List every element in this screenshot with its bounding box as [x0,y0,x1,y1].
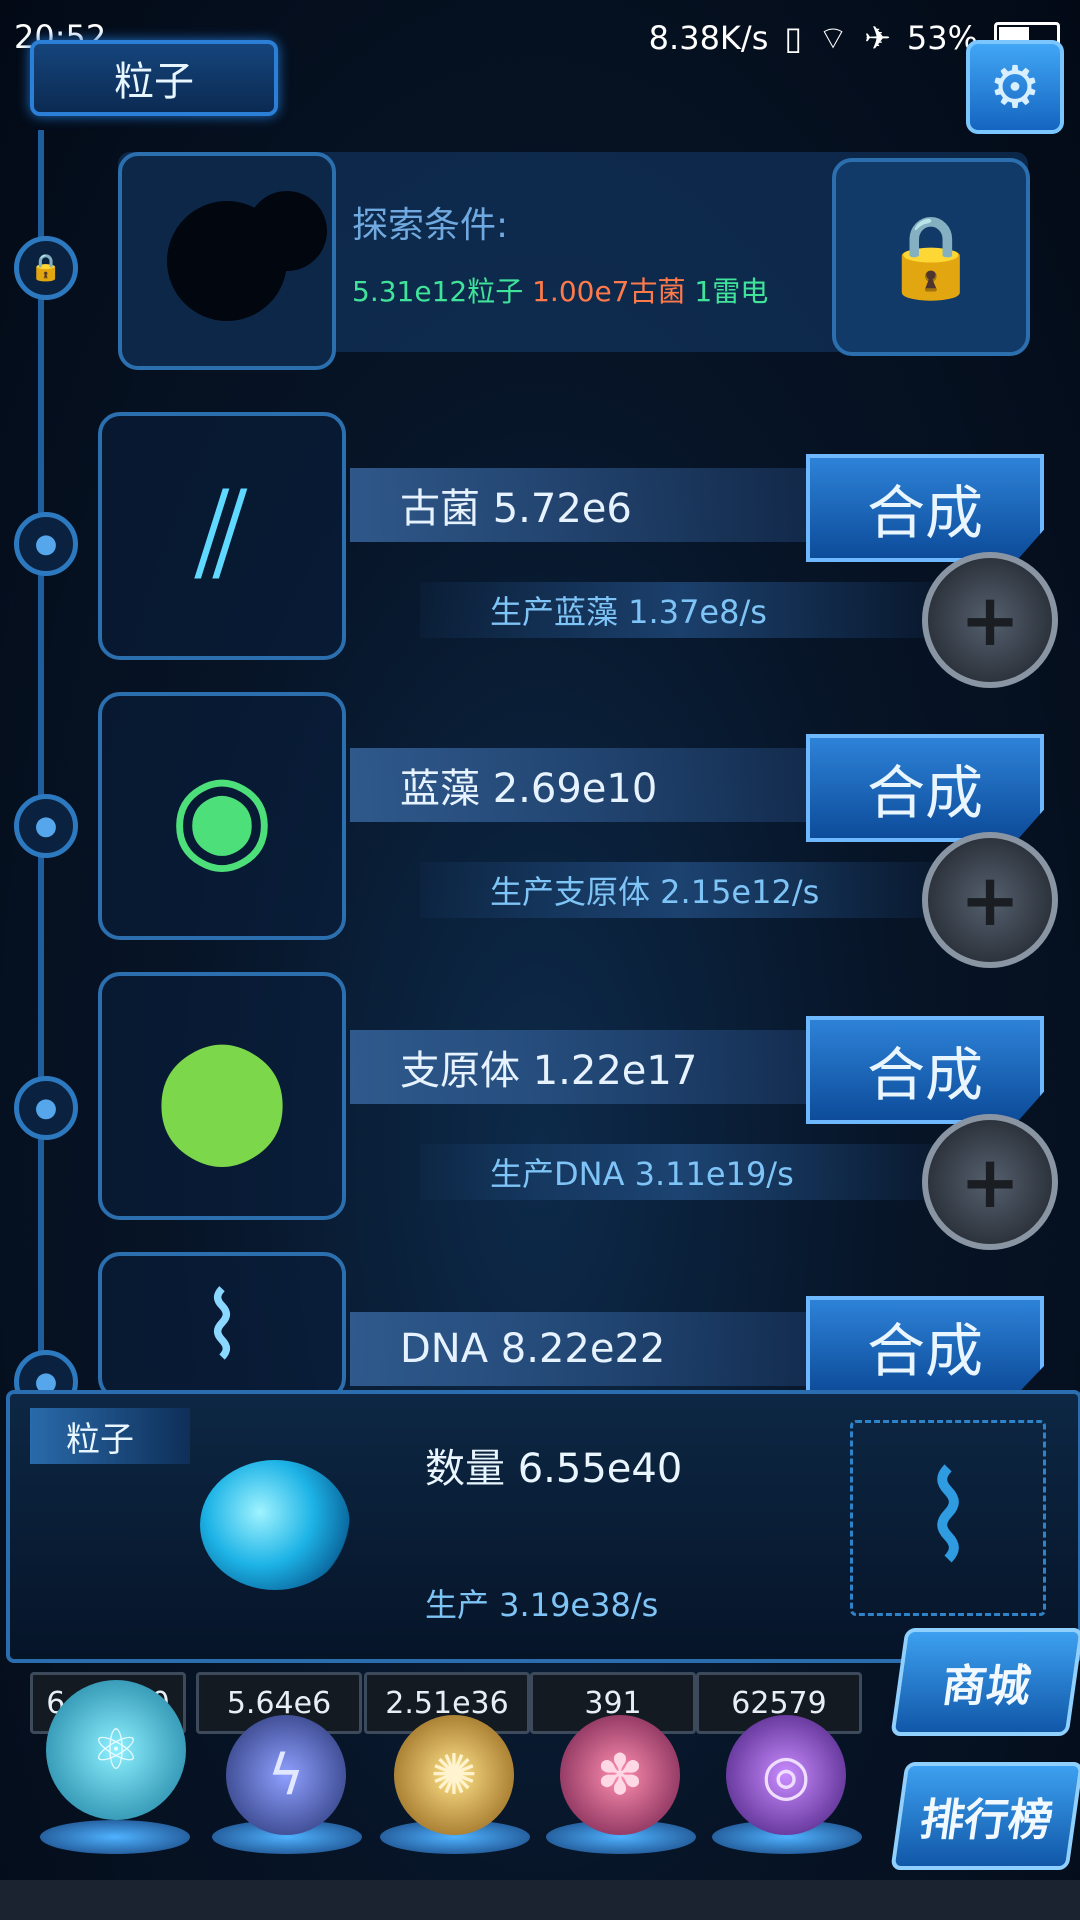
particle-production: 生产 3.19e38/s [425,1586,659,1624]
star-orb-button[interactable]: ✺ [394,1715,514,1835]
synth-button-cyanobacteria[interactable]: 合成 [806,734,1044,842]
settings-button[interactable]: ⚙ [966,40,1064,134]
rail-node-3: ● [14,1076,78,1140]
cond-archaea: 1.00e7古菌 [532,275,686,308]
vortex-orb-button[interactable]: ◎ [726,1715,846,1835]
upgrade-button-mycoplasma[interactable]: + [922,1114,1058,1250]
cyanobacteria-production: 生产支原体 2.15e12/s [420,862,940,918]
rail-node-2: ● [14,794,78,858]
rail-lock-node: 🔒 [14,236,78,300]
bottom-strip [0,1880,1080,1920]
synth-button-mycoplasma[interactable]: 合成 [806,1016,1044,1124]
mycoplasma-image: ⬤ [98,972,346,1220]
lightning-icon: ϟ [267,1742,305,1808]
mycoplasma-production: 生产DNA 3.11e19/s [420,1144,940,1200]
vibrate-icon: ▯ [784,19,802,57]
brain-orb-button[interactable]: ✽ [560,1715,680,1835]
particle-count: 数量 6.55e40 [425,1446,683,1492]
plus-icon: + [959,578,1021,662]
synth-button-dna[interactable]: 合成 [806,1296,1044,1396]
leaderboard-button[interactable]: 排行榜 [890,1762,1080,1870]
brain-icon: ✽ [596,1742,644,1808]
explore-conditions: 5.31e12粒子 1.00e7古菌 1雷电 [352,270,768,310]
galaxy-icon: ✺ [430,1742,478,1808]
archaea-name: 古菌 5.72e6 [350,468,810,542]
upgrade-button-archaea[interactable]: + [922,552,1058,688]
gear-icon: ⚙ [989,53,1041,121]
explore-lock-button[interactable]: 🔒 [832,158,1030,356]
upgrade-button-cyanobacteria[interactable]: + [922,832,1058,968]
lightning-orb-button[interactable]: ϟ [226,1715,346,1835]
unknown-silhouette [167,201,287,321]
plus-icon: + [959,858,1021,942]
lock-icon: 🔒 [881,210,981,303]
lock-icon: 🔒 [29,253,63,283]
progress-rail [38,130,44,1410]
dna-icon: ⌇ [200,1273,244,1379]
cyanobacteria-name: 蓝藻 2.69e10 [350,748,810,822]
airplane-icon: ✈ [864,19,891,57]
cond-particle: 5.31e12粒子 [352,275,524,308]
particle-orb-button[interactable]: ⚛ [46,1680,186,1820]
dna-molecule-icon: ⌇ [850,1420,1046,1616]
plus-icon: + [959,1140,1021,1224]
cell-icon: ◉ [169,746,275,886]
shop-button[interactable]: 商城 [890,1628,1080,1736]
rail-node-1: ● [14,512,78,576]
cond-lightning: 1雷电 [694,275,769,308]
atom-icon: ⚛ [90,1717,142,1783]
explore-locked-image [118,152,336,370]
bacteria-icon: ⫽ [195,466,249,605]
wifi-icon: ⌔ [817,19,849,57]
cyanobacteria-image: ◉ [98,692,346,940]
network-speed: 8.38K/s [648,19,769,57]
panel-tag: 粒子 [30,1408,190,1464]
dna-name: DNA 8.22e22 [350,1312,810,1386]
cell-icon: ⬤ [154,1026,290,1166]
explore-title: 探索条件: [352,205,509,246]
page-title: 粒子 [30,40,278,116]
archaea-image: ⫽ [98,412,346,660]
pedestal-1 [40,1820,190,1854]
vortex-icon: ◎ [761,1742,811,1808]
particle-image [200,1460,350,1590]
dna-image: ⌇ [98,1252,346,1400]
mycoplasma-name: 支原体 1.22e17 [350,1030,810,1104]
synth-button-archaea[interactable]: 合成 [806,454,1044,562]
archaea-production: 生产蓝藻 1.37e8/s [420,582,940,638]
